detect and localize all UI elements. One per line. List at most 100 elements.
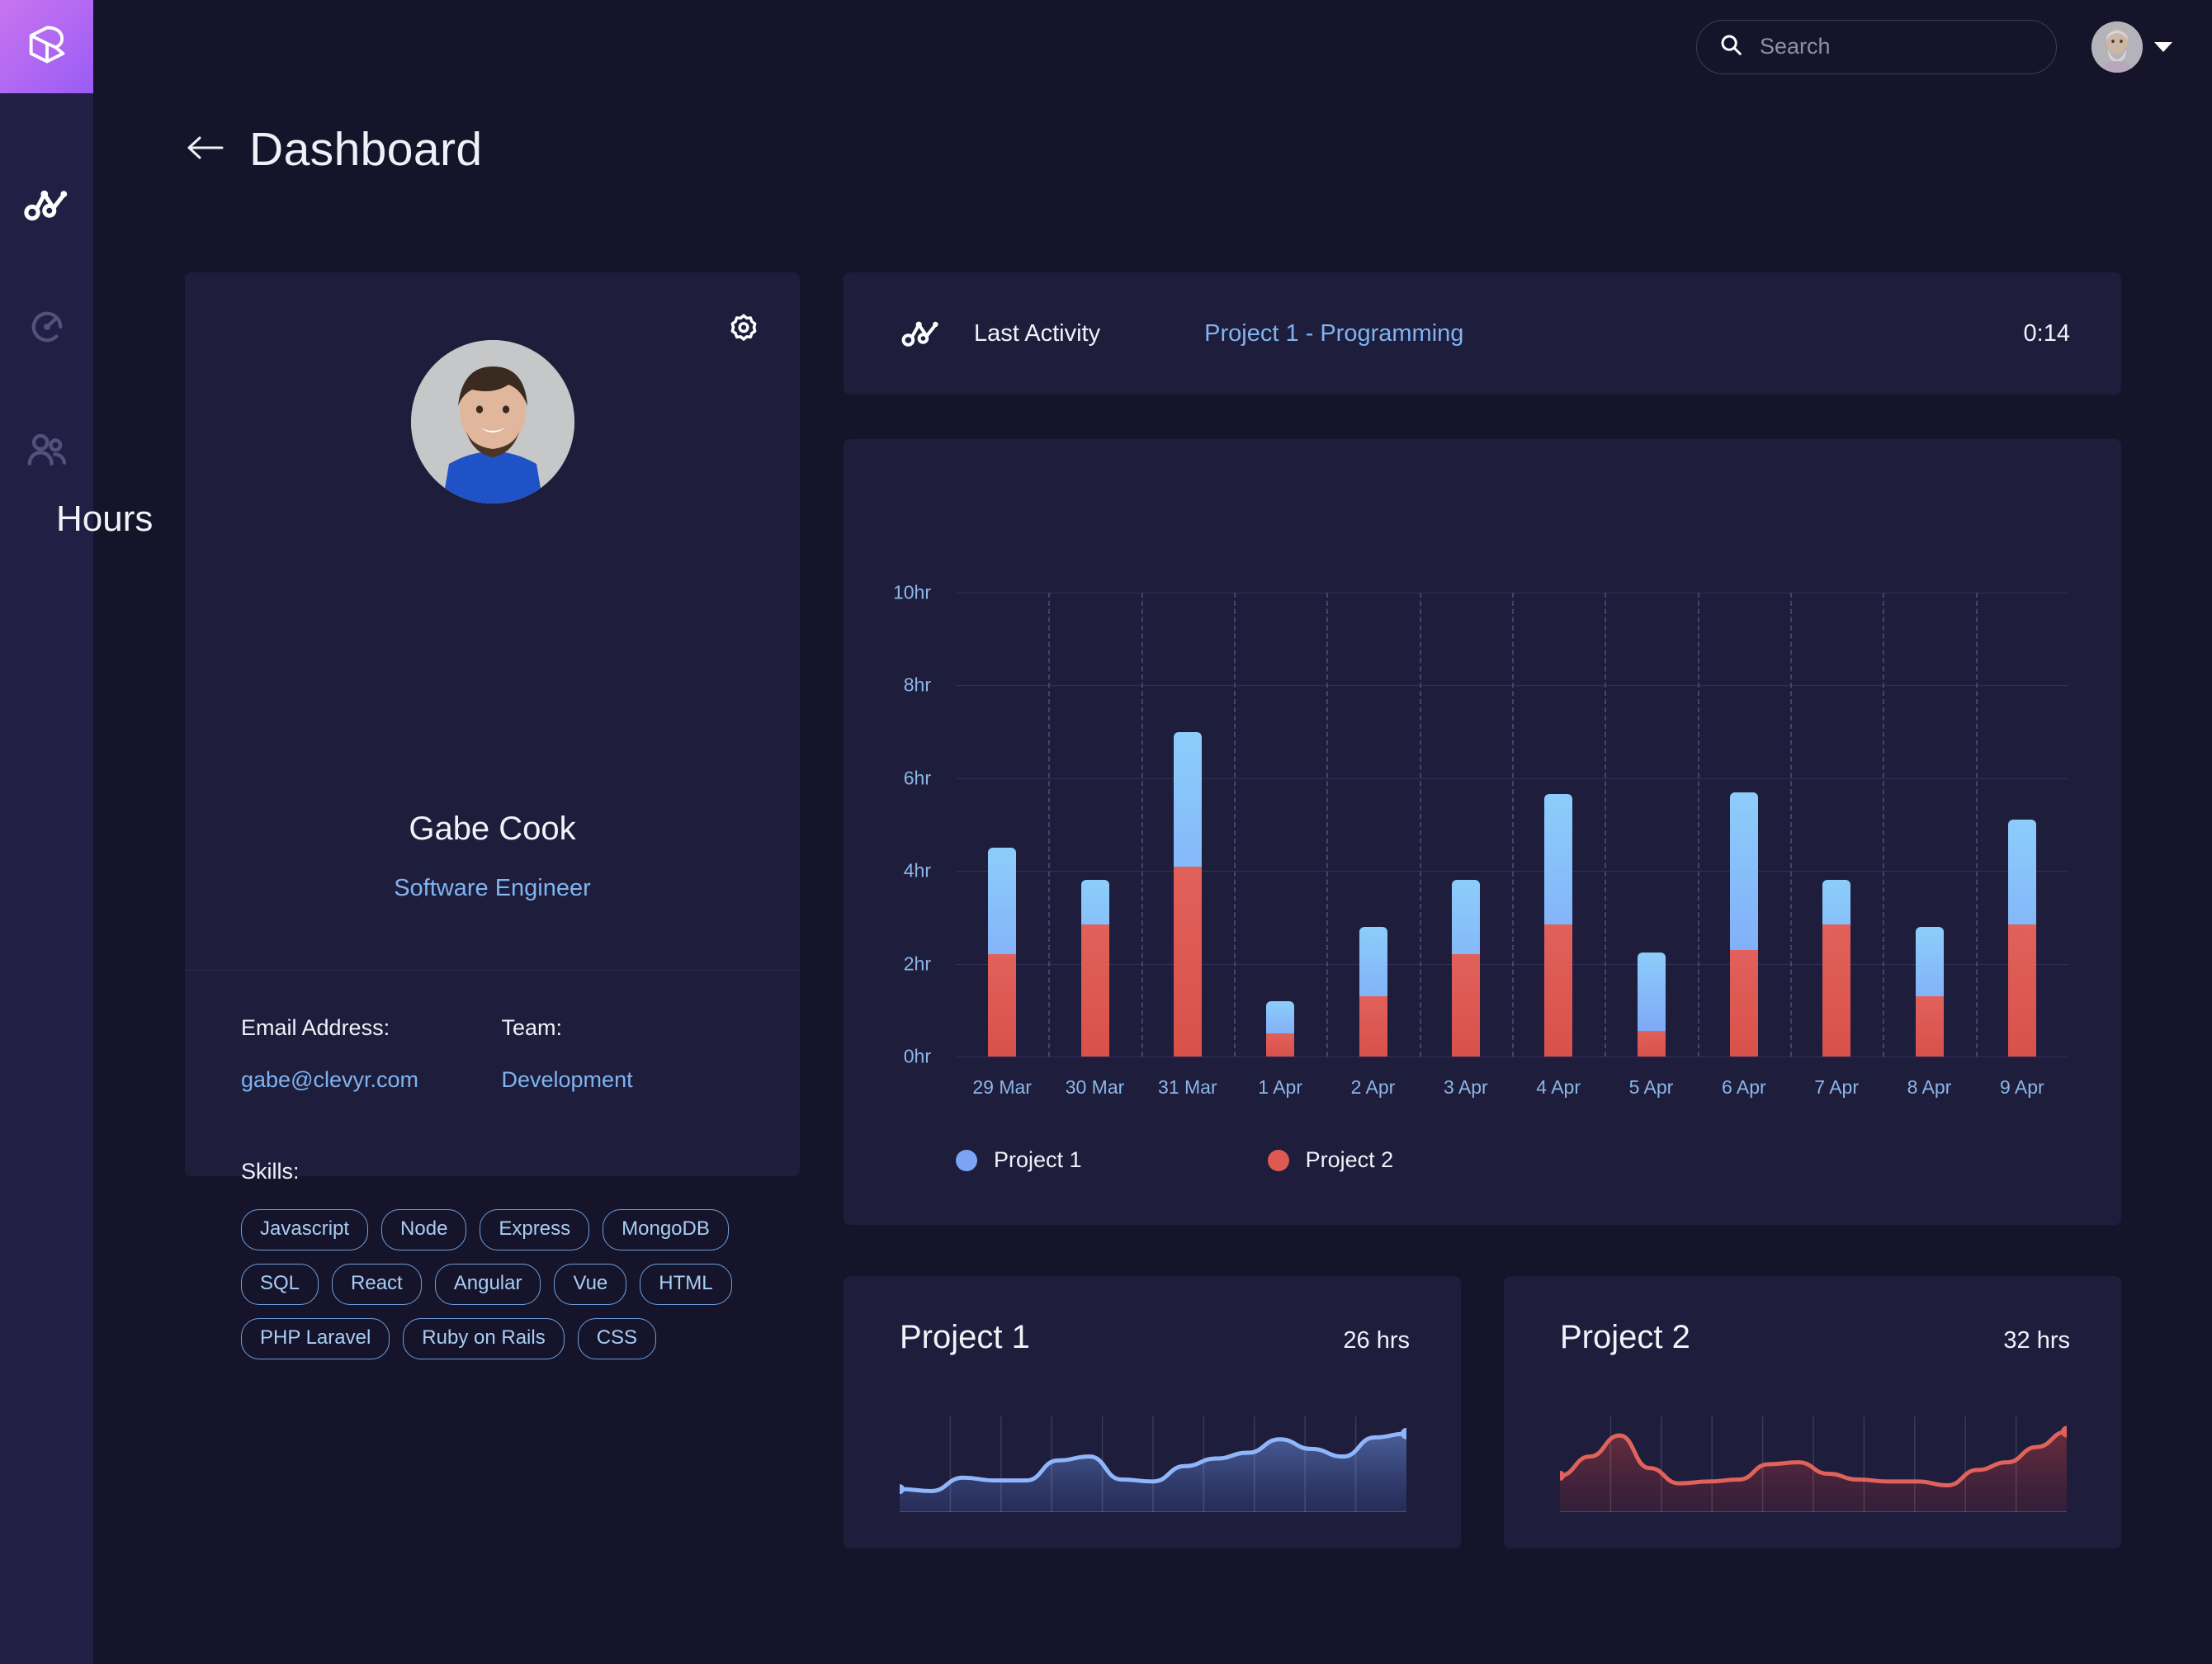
skills-list: Javascript Node Express MongoDB SQL React Angu… xyxy=(241,1209,736,1359)
legend-item[interactable]: Project 1 xyxy=(956,1147,1082,1173)
sidebar-item-team[interactable] xyxy=(0,390,93,514)
bar-column[interactable] xyxy=(1173,593,1202,1057)
x-axis-tick: 31 Mar xyxy=(1158,1076,1217,1098)
sidebar-item-timer[interactable] xyxy=(0,267,93,390)
team-value[interactable]: Development xyxy=(502,1067,763,1093)
project-sparkline xyxy=(1555,1405,2073,1513)
legend-color-dot xyxy=(1267,1149,1289,1171)
bar-segment-project-2 xyxy=(1451,954,1480,1057)
bar-column[interactable] xyxy=(1637,593,1666,1057)
y-axis-tick: 6hr xyxy=(903,767,931,789)
x-axis-tick: 1 Apr xyxy=(1258,1076,1303,1098)
gridline-vertical xyxy=(1512,593,1514,1057)
project-card[interactable]: Project 1 26 hrs xyxy=(844,1276,1461,1548)
app-logo[interactable] xyxy=(0,0,93,93)
skill-pill[interactable]: Vue xyxy=(554,1264,627,1305)
search-bar[interactable] xyxy=(1696,19,2057,74)
hours-bar-chart: 0hr 2hr 4hr 6hr 8hr 10hr 29 Mar 30 Mar 31 Mar 1 A… xyxy=(893,582,2068,1098)
skill-pill[interactable]: Angular xyxy=(434,1264,541,1305)
skill-pill[interactable]: React xyxy=(332,1264,422,1305)
project-title: Project 2 xyxy=(1560,1319,1690,1355)
activity-chart-icon xyxy=(900,310,943,357)
cube-logo-icon xyxy=(23,21,71,73)
project-title: Project 1 xyxy=(900,1319,1030,1355)
bar-column[interactable] xyxy=(1822,593,1851,1057)
x-axis-tick: 9 Apr xyxy=(1999,1076,2044,1098)
topbar xyxy=(93,0,2212,93)
last-activity-project[interactable]: Project 1 - Programming xyxy=(1204,320,1463,347)
skill-pill[interactable]: MongoDB xyxy=(603,1209,729,1250)
bar-column[interactable] xyxy=(1080,593,1109,1057)
arrow-left-icon[interactable] xyxy=(185,131,225,168)
email-value[interactable]: gabe@clevyr.com xyxy=(241,1067,502,1093)
page-header: Dashboard xyxy=(185,122,482,177)
bar-column[interactable] xyxy=(988,593,1017,1057)
gridline-vertical xyxy=(1326,593,1329,1057)
bar-segment-project-2 xyxy=(2007,924,2036,1057)
bar-segment-project-2 xyxy=(1544,924,1573,1057)
last-activity-time: 0:14 xyxy=(2023,319,2070,347)
x-axis-tick: 30 Mar xyxy=(1065,1076,1125,1098)
gridline-vertical xyxy=(1790,593,1792,1057)
gridline-vertical xyxy=(1048,593,1051,1057)
x-axis-tick: 4 Apr xyxy=(1536,1076,1581,1098)
legend-label: Project 1 xyxy=(994,1147,1082,1172)
bar-segment-project-2 xyxy=(1266,1033,1295,1057)
profile-role: Software Engineer xyxy=(394,875,591,901)
gridline-vertical xyxy=(1975,593,1978,1057)
chevron-down-icon[interactable] xyxy=(2154,41,2172,52)
bar-column[interactable] xyxy=(1359,593,1387,1057)
bar-segment-project-2 xyxy=(1637,1031,1666,1057)
bar-segment-project-2 xyxy=(1729,949,1758,1057)
bar-column[interactable] xyxy=(1915,593,1944,1057)
people-icon xyxy=(23,427,71,479)
bar-segment-project-2 xyxy=(988,954,1017,1057)
skill-pill[interactable]: Javascript xyxy=(241,1209,369,1250)
bar-column[interactable] xyxy=(1451,593,1480,1057)
skill-pill[interactable]: Node xyxy=(381,1209,467,1250)
x-axis-tick: 7 Apr xyxy=(1814,1076,1860,1098)
gridline-vertical xyxy=(1234,593,1236,1057)
divider xyxy=(185,970,800,971)
bar-column[interactable] xyxy=(1544,593,1573,1057)
x-axis-tick: 2 Apr xyxy=(1350,1076,1396,1098)
bar-column[interactable] xyxy=(1729,593,1758,1057)
project-card[interactable]: Project 2 32 hrs xyxy=(1504,1276,2121,1548)
profile-details: Email Address: gabe@clevyr.com Team: Dev… xyxy=(241,1015,762,1359)
page-title: Dashboard xyxy=(249,123,483,176)
profile-photo xyxy=(410,340,574,503)
project-sparkline xyxy=(895,1405,1412,1513)
gridline-vertical xyxy=(1141,593,1143,1057)
bar-column[interactable] xyxy=(2007,593,2036,1057)
team-label: Team: xyxy=(501,1015,563,1040)
skill-pill[interactable]: Ruby on Rails xyxy=(403,1318,565,1359)
gridline-vertical xyxy=(1605,593,1607,1057)
skill-pill[interactable]: HTML xyxy=(640,1264,732,1305)
sidebar xyxy=(0,0,93,1664)
bar-segment-project-2 xyxy=(1359,995,1387,1057)
project-hours: 32 hrs xyxy=(2003,1327,2070,1354)
x-axis-tick: 6 Apr xyxy=(1721,1076,1766,1098)
gauge-icon xyxy=(24,304,70,354)
chart-legend: Project 1 Project 2 xyxy=(956,1147,1393,1173)
legend-item[interactable]: Project 2 xyxy=(1267,1147,1393,1173)
gear-icon[interactable] xyxy=(727,312,760,349)
y-axis-tick: 4hr xyxy=(903,859,931,882)
sidebar-item-activity[interactable] xyxy=(0,143,93,267)
skill-pill[interactable]: PHP Laravel xyxy=(241,1318,390,1359)
skill-pill[interactable]: Express xyxy=(480,1209,590,1250)
x-axis-tick: 5 Apr xyxy=(1628,1076,1674,1098)
user-menu[interactable] xyxy=(2091,21,2172,73)
search-input[interactable] xyxy=(1760,34,2052,59)
bar-column[interactable] xyxy=(1266,593,1295,1057)
skill-pill[interactable]: SQL xyxy=(241,1264,319,1305)
profile-name: Gabe Cook xyxy=(409,811,576,847)
avatar[interactable] xyxy=(2091,21,2143,73)
y-axis-tick: 2hr xyxy=(903,953,931,975)
skill-pill[interactable]: CSS xyxy=(577,1318,657,1359)
profile-card: Gabe Cook Software Engineer Email Addres… xyxy=(185,272,800,1359)
x-axis-tick: 3 Apr xyxy=(1443,1076,1488,1098)
skills-label: Skills: xyxy=(241,1159,300,1184)
gridline-vertical xyxy=(1883,593,1885,1057)
hours-chart-title: Hours xyxy=(56,499,154,539)
